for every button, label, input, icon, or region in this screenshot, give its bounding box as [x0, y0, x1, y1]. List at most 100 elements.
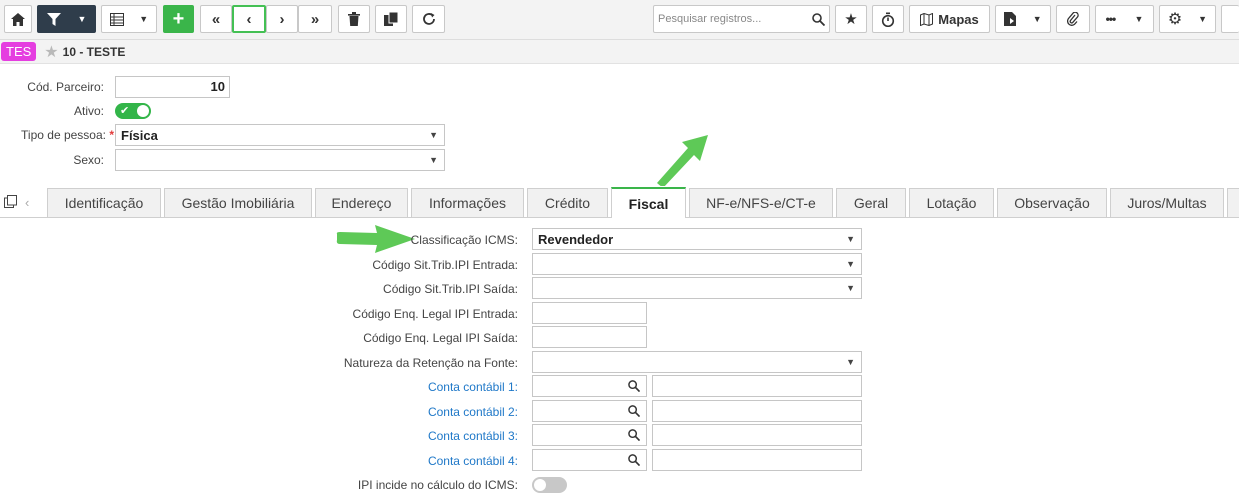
search-input[interactable] — [654, 7, 807, 31]
conta-contabil-3-code[interactable] — [532, 424, 647, 446]
tab-strip: ‹ Identificação Gestão Imobiliária Ender… — [0, 187, 1239, 218]
export-icon — [1004, 12, 1017, 26]
toggle-knob — [534, 479, 546, 491]
tab-geral[interactable]: Geral — [836, 188, 906, 217]
search-icon[interactable] — [807, 12, 829, 26]
first-icon: « — [211, 10, 221, 28]
enq-saida-label: Código Enq. Legal IPI Saída: — [363, 331, 518, 345]
conta-contabil-2-description[interactable] — [652, 400, 862, 422]
tab-informacoes[interactable]: Informações — [411, 188, 524, 217]
conta-contabil-3-label[interactable]: Conta contábil 3: — [280, 429, 518, 443]
star-icon[interactable]: ★ — [44, 42, 58, 62]
chevron-down-icon: ▼ — [429, 130, 438, 140]
tab-identificacao[interactable]: Identificação — [47, 188, 161, 217]
search-icon[interactable] — [628, 454, 640, 466]
chevron-down-icon: ▼ — [429, 155, 438, 165]
ipi-entrada-select[interactable]: ▼ — [532, 253, 862, 275]
toolbar: ▼ ▼ + « ‹ › » ★ Mapas ▼ ••• ▼ ⚙ — [0, 0, 1239, 40]
conta-contabil-4-description[interactable] — [652, 449, 862, 471]
add-button[interactable]: + — [163, 5, 194, 33]
enq-entrada-field[interactable] — [532, 302, 647, 324]
maps-label: Mapas — [938, 11, 979, 27]
annotation-arrow-tab — [657, 135, 708, 186]
next-record-button[interactable]: › — [266, 5, 298, 33]
gear-icon: ⚙ — [1167, 11, 1183, 28]
ipi-saida-select[interactable]: ▼ — [532, 277, 862, 299]
classificacao-icms-select[interactable]: Revendedor ▼ — [532, 228, 862, 250]
ipi-saida-label: Código Sit.Trib.IPI Saída: — [383, 282, 518, 296]
conta-contabil-4-code[interactable] — [532, 449, 647, 471]
previous-record-button[interactable]: ‹ — [232, 5, 266, 33]
enq-saida-field[interactable] — [532, 326, 647, 348]
tab-fiscal[interactable]: Fiscal — [611, 187, 686, 218]
tab-controls: ‹ — [4, 195, 29, 211]
refresh-button[interactable] — [412, 5, 445, 33]
sexo-select[interactable]: ▼ — [115, 149, 445, 171]
maps-button[interactable]: Mapas — [909, 5, 990, 33]
conta-contabil-1-label[interactable]: Conta contábil 1: — [280, 380, 518, 394]
cod-parceiro-label: Cód. Parceiro: — [27, 80, 104, 94]
tab-endereco[interactable]: Endereço — [315, 188, 408, 217]
conta-contabil-1-description[interactable] — [652, 375, 862, 397]
ativo-label: Ativo: — [73, 104, 104, 118]
export-button[interactable]: ▼ — [995, 5, 1051, 33]
classificacao-icms-value: Revendedor — [538, 231, 614, 247]
chevron-down-icon: ▼ — [846, 283, 855, 293]
first-record-button[interactable]: « — [200, 5, 232, 33]
cod-parceiro-field[interactable]: 10 — [115, 76, 230, 98]
chevron-down-icon: ▼ — [846, 234, 855, 244]
conta-contabil-1-code[interactable] — [532, 375, 647, 397]
favorite-button[interactable]: ★ — [835, 5, 867, 33]
conta-contabil-2-label[interactable]: Conta contábil 2: — [280, 405, 518, 419]
tab-overflow[interactable] — [1227, 188, 1239, 217]
search-box — [653, 5, 830, 33]
trash-icon — [348, 12, 360, 26]
conta-contabil-2-code[interactable] — [532, 400, 647, 422]
enq-entrada-label: Código Enq. Legal IPI Entrada: — [352, 307, 518, 321]
tabs-menu-icon[interactable] — [4, 195, 17, 211]
last-record-button[interactable]: » — [298, 5, 332, 33]
conta-contabil-3-description[interactable] — [652, 424, 862, 446]
tab-observacao[interactable]: Observação — [997, 188, 1107, 217]
chevron-down-icon: ▼ — [846, 259, 855, 269]
filter-button[interactable]: ▼ — [37, 5, 96, 33]
conta-contabil-4-label[interactable]: Conta contábil 4: — [280, 454, 518, 468]
delete-button[interactable] — [338, 5, 370, 33]
tab-juros-multas[interactable]: Juros/Multas — [1110, 188, 1224, 217]
timer-button[interactable] — [872, 5, 904, 33]
record-title: 10 - TESTE — [62, 44, 126, 59]
view-mode-button[interactable]: ▼ — [101, 5, 157, 33]
tab-nfe[interactable]: NF-e/NFS-e/CT-e — [689, 188, 833, 217]
required-marker: * — [109, 128, 114, 142]
attach-button[interactable] — [1056, 5, 1090, 33]
chevron-left-icon[interactable]: ‹ — [25, 195, 29, 211]
duplicate-button[interactable] — [375, 5, 407, 33]
more-button[interactable]: ••• ▼ — [1095, 5, 1154, 33]
last-icon: » — [310, 10, 320, 28]
ativo-toggle[interactable]: ✔ — [115, 103, 151, 119]
search-icon[interactable] — [628, 429, 640, 441]
copy-icon — [384, 12, 398, 26]
ipi-icms-toggle[interactable] — [532, 477, 567, 493]
chevron-down-icon: ▼ — [1134, 14, 1144, 24]
toggle-knob — [137, 105, 149, 117]
tab-gestao-imobiliaria[interactable]: Gestão Imobiliária — [164, 188, 312, 217]
chevron-down-icon: ▼ — [1032, 14, 1042, 24]
tab-lotacao[interactable]: Lotação — [909, 188, 994, 217]
tipo-pessoa-label-text: Tipo de pessoa: — [21, 128, 106, 142]
timer-icon — [881, 12, 895, 27]
chevron-down-icon: ▼ — [139, 14, 149, 24]
natureza-retencao-select[interactable]: ▼ — [532, 351, 862, 373]
ipi-entrada-label: Código Sit.Trib.IPI Entrada: — [372, 258, 518, 272]
search-icon[interactable] — [628, 405, 640, 417]
chevron-down-icon: ▼ — [1198, 14, 1208, 24]
tipo-pessoa-label: Tipo de pessoa: * — [0, 128, 114, 142]
tipo-pessoa-select[interactable]: Física ▼ — [115, 124, 445, 146]
filter-icon — [46, 12, 61, 26]
overflow-button[interactable] — [1221, 5, 1239, 33]
chevron-down-icon: ▼ — [77, 14, 87, 24]
search-icon[interactable] — [628, 380, 640, 392]
tab-credito[interactable]: Crédito — [527, 188, 608, 217]
settings-button[interactable]: ⚙ ▼ — [1159, 5, 1216, 33]
home-button[interactable] — [4, 5, 32, 33]
